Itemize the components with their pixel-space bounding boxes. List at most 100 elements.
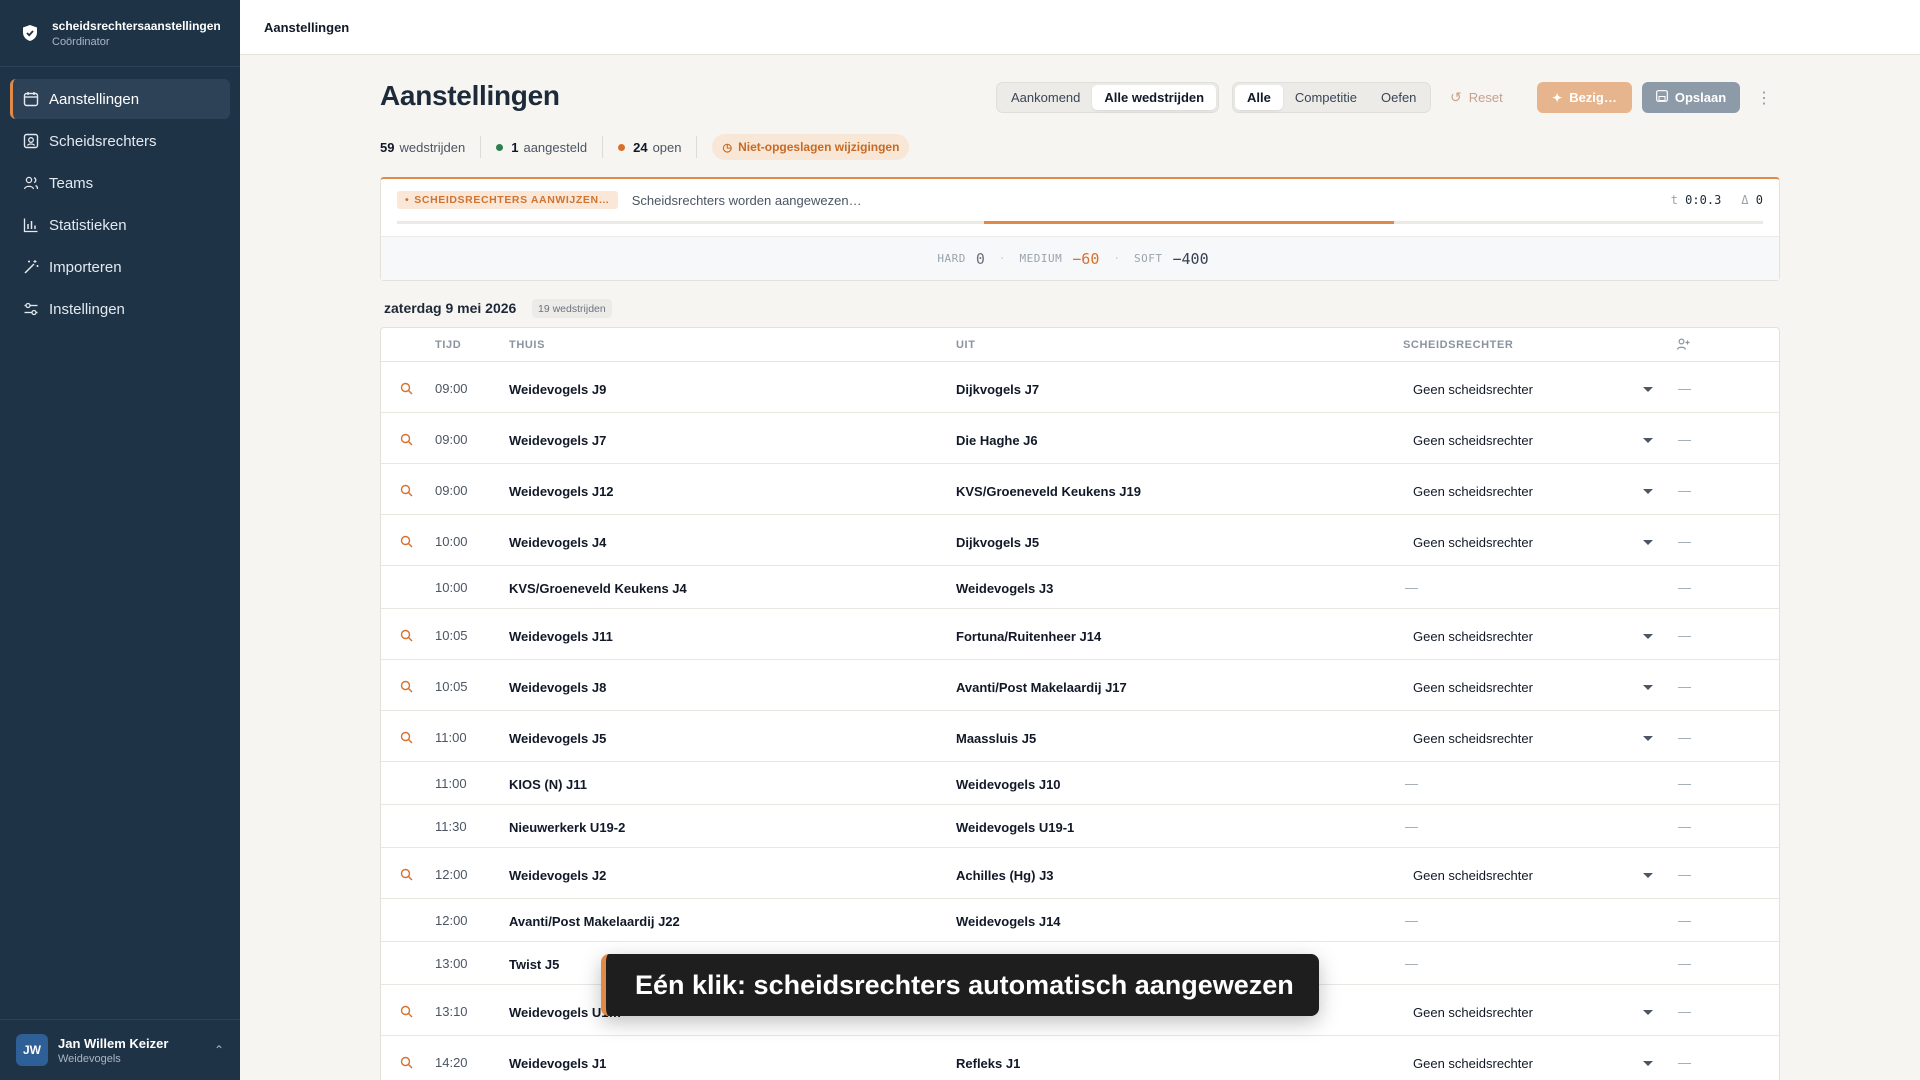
clock-icon: ◷ — [722, 141, 733, 154]
assignee-empty: — — [1678, 819, 1691, 834]
away-team: Achilles (Hg) J3 — [956, 868, 1054, 883]
search-icon[interactable] — [400, 629, 414, 643]
search-icon[interactable] — [400, 382, 414, 396]
chevron-down-icon — [1643, 1010, 1653, 1015]
sidebar-item-label: Teams — [49, 174, 94, 192]
match-time: 11:00 — [435, 776, 467, 791]
auto-assign-button[interactable]: ✦ Bezig… — [1537, 82, 1632, 113]
assignee-empty: — — [1678, 776, 1691, 791]
away-team: Weidevogels J14 — [956, 914, 1061, 929]
search-icon[interactable] — [400, 1056, 414, 1070]
match-time: 11:00 — [435, 730, 467, 745]
referee-select[interactable]: Geen scheidsrechter — [1403, 382, 1671, 397]
sidebar-item-label: Aanstellingen — [49, 90, 140, 108]
sidebar-item-aanstellingen[interactable]: Aanstellingen — [10, 79, 230, 119]
search-icon[interactable] — [400, 484, 414, 498]
topbar: Aanstellingen — [240, 0, 1920, 55]
reset-button[interactable]: ↺ Reset — [1450, 82, 1503, 113]
status-dot-icon: • — [405, 194, 410, 206]
day-count-badge: 19 wedstrijden — [532, 299, 612, 318]
id-card-icon — [23, 133, 39, 149]
page-title: Aanstellingen — [380, 80, 560, 111]
solver-progress — [397, 221, 1763, 224]
matches-label: wedstrijden — [399, 139, 466, 155]
referee-select[interactable]: Geen scheidsrechter — [1403, 629, 1671, 644]
more-options-icon[interactable]: ⋮ — [1756, 82, 1772, 113]
sidebar-item-scheidsrechters[interactable]: Scheidsrechters — [10, 121, 230, 161]
scope-option-alle-wedstrijden[interactable]: Alle wedstrijden — [1092, 85, 1217, 110]
table-row[interactable]: 11:00 KIOS (N) J11 Weidevogels J10 — — — [381, 762, 1779, 805]
home-team: Weidevogels J8 — [509, 680, 607, 695]
auto-assign-label: Bezig… — [1569, 90, 1617, 105]
referee-select[interactable]: Geen scheidsrechter — [1403, 1056, 1671, 1071]
table-row[interactable]: 12:00 Avanti/Post Makelaardij J22 Weidevog… — [381, 899, 1779, 942]
solver-panel: • SCHEIDSRECHTERS AANWIJZEN… Scheidsrech… — [380, 177, 1780, 281]
brand: scheidsrechtersaanstellingen Coördinator — [0, 0, 240, 67]
table-row[interactable]: 09:00 Weidevogels J12 KVS/Groeneveld Keuke… — [381, 464, 1779, 515]
table-row[interactable]: 09:00 Weidevogels J9 Dijkvogels J7 Geen sch… — [381, 362, 1779, 413]
chevron-down-icon — [1643, 438, 1653, 443]
search-icon[interactable] — [400, 731, 414, 745]
referee-value: Geen scheidsrechter — [1413, 731, 1533, 746]
referee-empty: — — [1405, 956, 1418, 971]
sidebar-item-importeren[interactable]: Importeren — [10, 247, 230, 287]
sidebar-nav: Aanstellingen Scheidsrechters Teams Stat… — [0, 67, 240, 329]
search-icon[interactable] — [400, 433, 414, 447]
search-icon[interactable] — [400, 535, 414, 549]
table-row[interactable]: 11:30 Nieuwerkerk U19-2 Weidevogels U19-1 —… — [381, 805, 1779, 848]
home-team: Avanti/Post Makelaardij J22 — [509, 914, 680, 929]
assigned-label: aangesteld — [523, 139, 588, 155]
referee-value: Geen scheidsrechter — [1413, 382, 1533, 397]
save-icon — [1655, 90, 1668, 105]
sidebar: scheidsrechtersaanstellingen Coördinator… — [0, 0, 240, 1080]
column-home: THUIS — [509, 339, 545, 351]
search-icon[interactable] — [400, 868, 414, 882]
wand-icon — [23, 259, 39, 275]
divider — [696, 136, 698, 158]
away-team: Weidevogels U19-1 — [956, 820, 1075, 835]
referee-select[interactable]: Geen scheidsrechter — [1403, 433, 1671, 448]
scope-option-aankomend[interactable]: Aankomend — [999, 85, 1092, 110]
referee-select[interactable]: Geen scheidsrechter — [1403, 731, 1671, 746]
stat-matches: 59 wedstrijden — [380, 140, 465, 155]
referee-select[interactable]: Geen scheidsrechter — [1403, 680, 1671, 695]
match-time: 12:00 — [435, 913, 468, 928]
search-icon[interactable] — [400, 680, 414, 694]
table-row[interactable]: 10:05 Weidevogels J11 Fortuna/Ruitenheer J… — [381, 609, 1779, 660]
referee-select[interactable]: Geen scheidsrechter — [1403, 868, 1671, 883]
table-row[interactable]: 11:00 Weidevogels J5 Maassluis J5 Geen sche… — [381, 711, 1779, 762]
away-team: Avanti/Post Makelaardij J17 — [956, 680, 1127, 695]
sidebar-item-label: Importeren — [49, 258, 122, 276]
type-option-oefen[interactable]: Oefen — [1369, 85, 1428, 110]
search-icon[interactable] — [400, 1005, 414, 1019]
solver-metrics: t 0:0.3 Δ 0 — [1671, 193, 1763, 207]
table-row[interactable]: 10:00 Weidevogels J4 Dijkvogels J5 Geen sch… — [381, 515, 1779, 566]
type-option-competitie[interactable]: Competitie — [1283, 85, 1369, 110]
away-team: Dijkvogels J7 — [956, 382, 1040, 397]
medium-label: MEDIUM — [1019, 252, 1063, 265]
sidebar-item-teams[interactable]: Teams — [10, 163, 230, 203]
table-row[interactable]: 10:05 Weidevogels J8 Avanti/Post Makelaard… — [381, 660, 1779, 711]
hard-label: HARD — [937, 252, 966, 265]
away-team: Fortuna/Ruitenheer J14 — [956, 629, 1102, 644]
table-row[interactable]: 10:00 KVS/Groeneveld Keukens J4 Weidevogel… — [381, 566, 1779, 609]
table-row[interactable]: 14:20 Weidevogels J1 Refleks J1 Geen scheid… — [381, 1036, 1779, 1080]
assignee-empty: — — [1678, 730, 1691, 745]
table-row[interactable]: 12:00 Weidevogels J2 Achilles (Hg) J3 Geen … — [381, 848, 1779, 899]
unsaved-label: Niet-opgeslagen wijzigingen — [738, 140, 900, 154]
unsaved-changes-badge: ◷ Niet-opgeslagen wijzigingen — [712, 134, 910, 160]
sidebar-item-statistieken[interactable]: Statistieken — [10, 205, 230, 245]
referee-select[interactable]: Geen scheidsrechter — [1403, 535, 1671, 550]
sliders-icon — [23, 301, 39, 317]
scope-toggle: Aankomend Alle wedstrijden — [996, 82, 1220, 113]
type-option-alle[interactable]: Alle — [1235, 85, 1283, 110]
table-row[interactable]: 09:00 Weidevogels J7 Die Haghe J6 Geen sche… — [381, 413, 1779, 464]
sidebar-item-instellingen[interactable]: Instellingen — [10, 289, 230, 329]
hard-score: 0 — [975, 249, 985, 268]
save-button[interactable]: Opslaan — [1642, 82, 1740, 113]
referee-value: Geen scheidsrechter — [1413, 535, 1533, 550]
user-menu[interactable]: JW Jan Willem Keizer Weidevogels ⌃ — [0, 1019, 240, 1080]
referee-select[interactable]: Geen scheidsrechter — [1403, 1005, 1671, 1020]
reset-label: Reset — [1468, 90, 1503, 105]
referee-select[interactable]: Geen scheidsrechter — [1403, 484, 1671, 499]
